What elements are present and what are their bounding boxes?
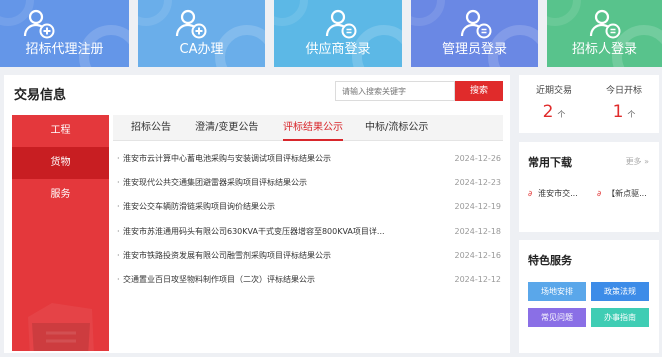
category-item-engineering[interactable]: 工程 [12, 115, 109, 147]
tile-admin-login[interactable]: 管理员登录 [411, 0, 538, 67]
bullet: · [117, 275, 120, 284]
user-badge-icon [460, 9, 492, 39]
notice-date: 2024-12-16 [454, 251, 502, 260]
category-menu: 工程 货物 服务 [12, 115, 109, 351]
service-policy-button[interactable]: 政策法规 [591, 282, 649, 301]
notice-date: 2024-12-23 [454, 178, 502, 187]
category-item-goods[interactable]: 货物 [12, 147, 109, 179]
notice-title[interactable]: 交通置业百日攻坚物料制作项目（二次）评标结果公示 [123, 272, 391, 288]
panel-title: 交易信息 [14, 88, 67, 103]
tab-award-notice[interactable]: 中标/流标公示 [365, 115, 428, 141]
trade-info-panel: 交易信息 搜索 工程 货物 服务 招标公告 澄清/变更公告 评标结果公示 中标/… [4, 75, 510, 353]
paperclip-icon: ∂ [528, 189, 533, 198]
notice-date: 2024-12-18 [454, 227, 502, 236]
tile-ca-service[interactable]: CA办理 [138, 0, 265, 67]
user-add-icon [23, 9, 55, 39]
list-item[interactable]: · 淮安现代公共交通集团避雷器采购项目评标结果公示 2024-12-23 [117, 175, 503, 191]
notice-date: 2024-12-12 [454, 275, 502, 284]
service-faq-button[interactable]: 常见问题 [528, 308, 586, 327]
bullet: · [117, 202, 120, 211]
notice-title[interactable]: 淮安市云计算中心蓄电池采购与安装调试项目评标结果公示 [123, 151, 391, 167]
stat-unit: 个 [627, 110, 636, 119]
notice-title[interactable]: 淮安市苏淮通用码头有限公司630KVA干式变压器增容至800KVA项目详... [123, 224, 391, 240]
service-guide-button[interactable]: 办事指南 [591, 308, 649, 327]
notice-date: 2024-12-26 [454, 154, 502, 163]
downloads-title: 常用下载 [528, 156, 572, 169]
tile-label: 供应商登录 [305, 42, 371, 57]
notice-title[interactable]: 淮安公交车辆防滑链采购项目询价结果公示 [123, 199, 391, 215]
search-input[interactable] [335, 81, 455, 101]
service-venue-button[interactable]: 场地安排 [528, 282, 586, 301]
services-card: 特色服务 场地安排 政策法规 常见问题 办事指南 [519, 240, 659, 353]
list-item[interactable]: · 淮安市铁路投资发展有限公司融雪剂采购项目评标结果公示 2024-12-16 [117, 248, 503, 264]
paperclip-icon: ∂ [597, 189, 602, 198]
tile-label: 招标代理注册 [25, 42, 104, 57]
download-label[interactable]: 【新点驱... [607, 189, 647, 198]
tile-label: 管理员登录 [441, 42, 507, 57]
download-item[interactable]: ∂ 淮安市交... [528, 188, 578, 199]
more-link[interactable]: 更多 » [626, 156, 649, 167]
tile-decoration [138, 0, 172, 26]
stat-label: 近期交易 [535, 86, 572, 96]
stat-value: 2 [542, 102, 554, 122]
stat-today-openings: 今日开标 1个 [589, 83, 659, 122]
notice-title[interactable]: 淮安市铁路投资发展有限公司融雪剂采购项目评标结果公示 [123, 248, 391, 264]
notice-date: 2024-12-19 [454, 202, 502, 211]
search-button[interactable]: 搜索 [455, 81, 503, 101]
download-label[interactable]: 淮安市交... [538, 189, 578, 198]
bullet: · [117, 154, 120, 163]
tile-label: 招标人登录 [571, 42, 637, 57]
bullet: · [117, 178, 120, 187]
tab-clarification-notice[interactable]: 澄清/变更公告 [195, 115, 258, 141]
list-item[interactable]: · 交通置业百日攻坚物料制作项目（二次）评标结果公示 2024-12-12 [117, 272, 503, 288]
stat-label: 今日开标 [605, 86, 642, 96]
tile-label: CA办理 [179, 42, 224, 57]
tab-tender-notice[interactable]: 招标公告 [131, 115, 171, 141]
tile-supplier-login[interactable]: 供应商登录 [274, 0, 402, 67]
stats-card: 近期交易 2个 今日开标 1个 [519, 75, 659, 133]
notice-title[interactable]: 淮安现代公共交通集团避雷器采购项目评标结果公示 [123, 175, 391, 191]
tab-evaluation-result[interactable]: 评标结果公示 [283, 115, 343, 141]
list-item[interactable]: · 淮安市苏淮通用码头有限公司630KVA干式变压器增容至800KVA项目详..… [117, 224, 503, 240]
list-item[interactable]: · 淮安市云计算中心蓄电池采购与安装调试项目评标结果公示 2024-12-26 [117, 151, 503, 167]
stat-recent-trades: 近期交易 2个 [519, 83, 589, 122]
tile-agent-register[interactable]: 招标代理注册 [0, 0, 129, 67]
bullet: · [117, 227, 120, 236]
tile-decoration [274, 0, 308, 26]
tile-tenderer-login[interactable]: 招标人登录 [547, 0, 662, 67]
tile-decoration [547, 0, 581, 26]
download-item[interactable]: ∂ 【新点驱... [597, 188, 647, 199]
tile-decoration [411, 0, 445, 26]
downloads-card: 常用下载 更多 » ∂ 淮安市交... ∂ 【新点驱... [519, 142, 659, 232]
stat-value: 1 [612, 102, 624, 122]
services-title: 特色服务 [528, 254, 572, 267]
notice-tabs: 招标公告 澄清/变更公告 评标结果公示 中标/流标公示 [113, 115, 503, 141]
user-add-icon [175, 9, 207, 39]
list-item[interactable]: · 淮安公交车辆防滑链采购项目询价结果公示 2024-12-19 [117, 199, 503, 215]
user-badge-icon [589, 9, 621, 39]
user-badge-icon [325, 9, 357, 39]
category-item-services[interactable]: 服务 [12, 179, 109, 211]
bullet: · [117, 251, 120, 260]
stat-unit: 个 [557, 110, 566, 119]
top-tiles: 招标代理注册 CA办理 供应商登录 管理员登录 招标人登录 [0, 0, 662, 67]
folder-illustration-icon [28, 303, 94, 351]
